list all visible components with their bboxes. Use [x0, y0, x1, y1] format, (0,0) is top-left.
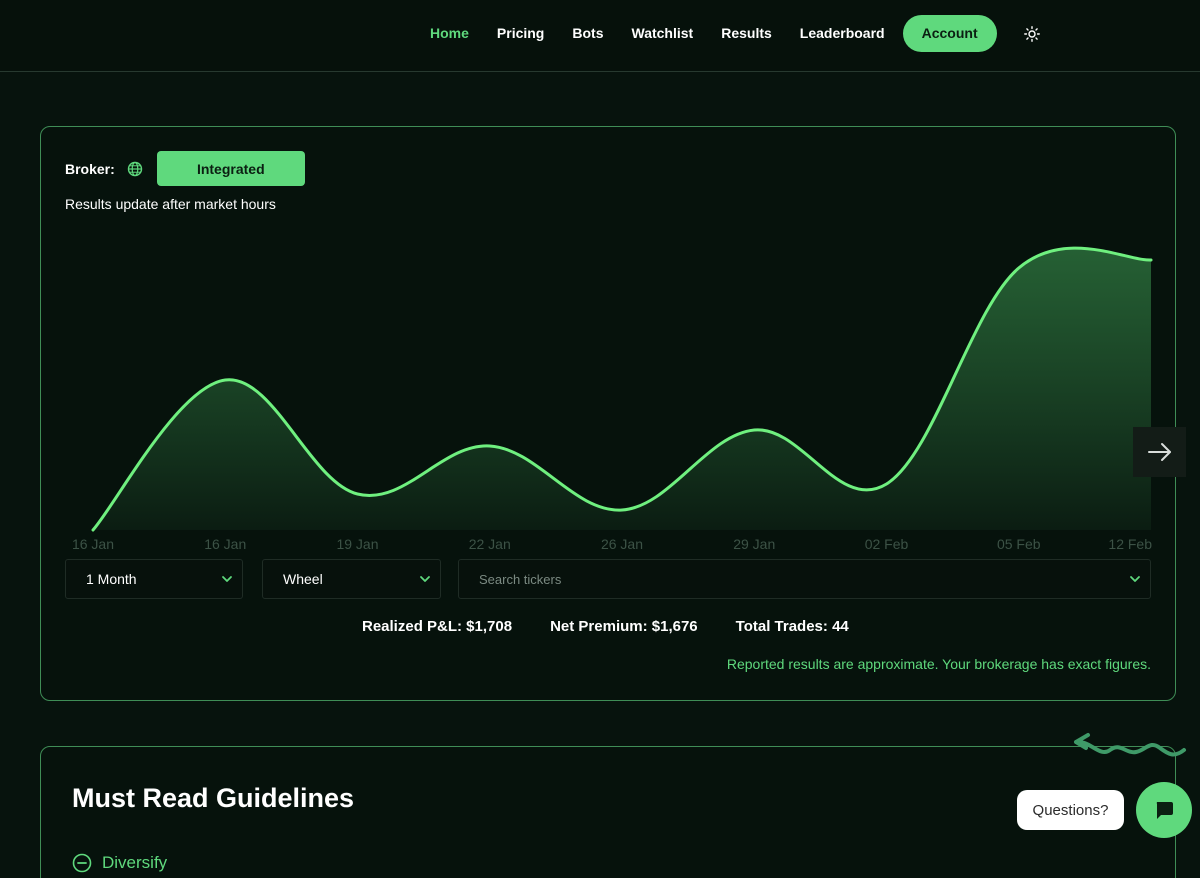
- total-trades: Total Trades: 44: [735, 618, 849, 635]
- stats-row: Realized P&L: $1,708 Net Premium: $1,676…: [362, 618, 887, 635]
- x-tick-label: 02 Feb: [865, 536, 909, 552]
- chat-icon: [1156, 802, 1173, 819]
- x-tick-label: 26 Jan: [601, 536, 643, 552]
- questions-bubble[interactable]: Questions?: [1017, 790, 1124, 830]
- guidelines-title: Must Read Guidelines: [72, 783, 355, 813]
- x-tick-label: 16 Jan: [204, 536, 246, 552]
- x-tick-label: 12 Feb: [1108, 536, 1152, 552]
- x-tick-label: 05 Feb: [997, 536, 1041, 552]
- period-select[interactable]: 1 Month: [65, 559, 243, 599]
- minus-circle-icon: [72, 853, 92, 873]
- guideline-item-label: Diversify: [102, 853, 168, 872]
- chat-button[interactable]: [1136, 782, 1192, 838]
- squiggle-arrow-icon: [1074, 733, 1186, 757]
- x-tick-label: 29 Jan: [733, 536, 775, 552]
- chevron-down-icon: [220, 572, 234, 586]
- x-tick-label: 19 Jan: [336, 536, 378, 552]
- chart-next-arrow[interactable]: [1133, 427, 1186, 477]
- x-axis-ticks: 16 Jan 16 Jan 19 Jan 22 Jan 26 Jan 29 Jan 02 F…: [72, 536, 1152, 552]
- strategy-select-value: Wheel: [283, 571, 323, 587]
- ticker-search-input[interactable]: [479, 571, 1079, 587]
- period-select-value: 1 Month: [86, 571, 137, 587]
- guideline-item-diversify[interactable]: Diversify: [72, 853, 167, 873]
- results-disclaimer: Reported results are approximate. Your b…: [726, 656, 1151, 672]
- net-premium: Net Premium: $1,676: [550, 618, 698, 635]
- guidelines-card: Must Read Guidelines Diversify: [40, 746, 1176, 878]
- results-chart-svg: 16 Jan 16 Jan 19 Jan 22 Jan 26 Jan 29 Jan 02 F…: [72, 246, 1153, 552]
- x-tick-label: 22 Jan: [469, 536, 511, 552]
- chevron-down-icon: [1128, 572, 1142, 586]
- realized-pnl: Realized P&L: $1,708: [362, 618, 513, 635]
- chevron-down-icon: [418, 572, 432, 586]
- results-chart: 16 Jan 16 Jan 19 Jan 22 Jan 26 Jan 29 Jan 02 F…: [0, 0, 1200, 560]
- arrow-right-icon: [1147, 443, 1171, 461]
- ticker-search-select[interactable]: [458, 559, 1151, 599]
- strategy-select[interactable]: Wheel: [262, 559, 441, 599]
- x-tick-label: 16 Jan: [72, 536, 114, 552]
